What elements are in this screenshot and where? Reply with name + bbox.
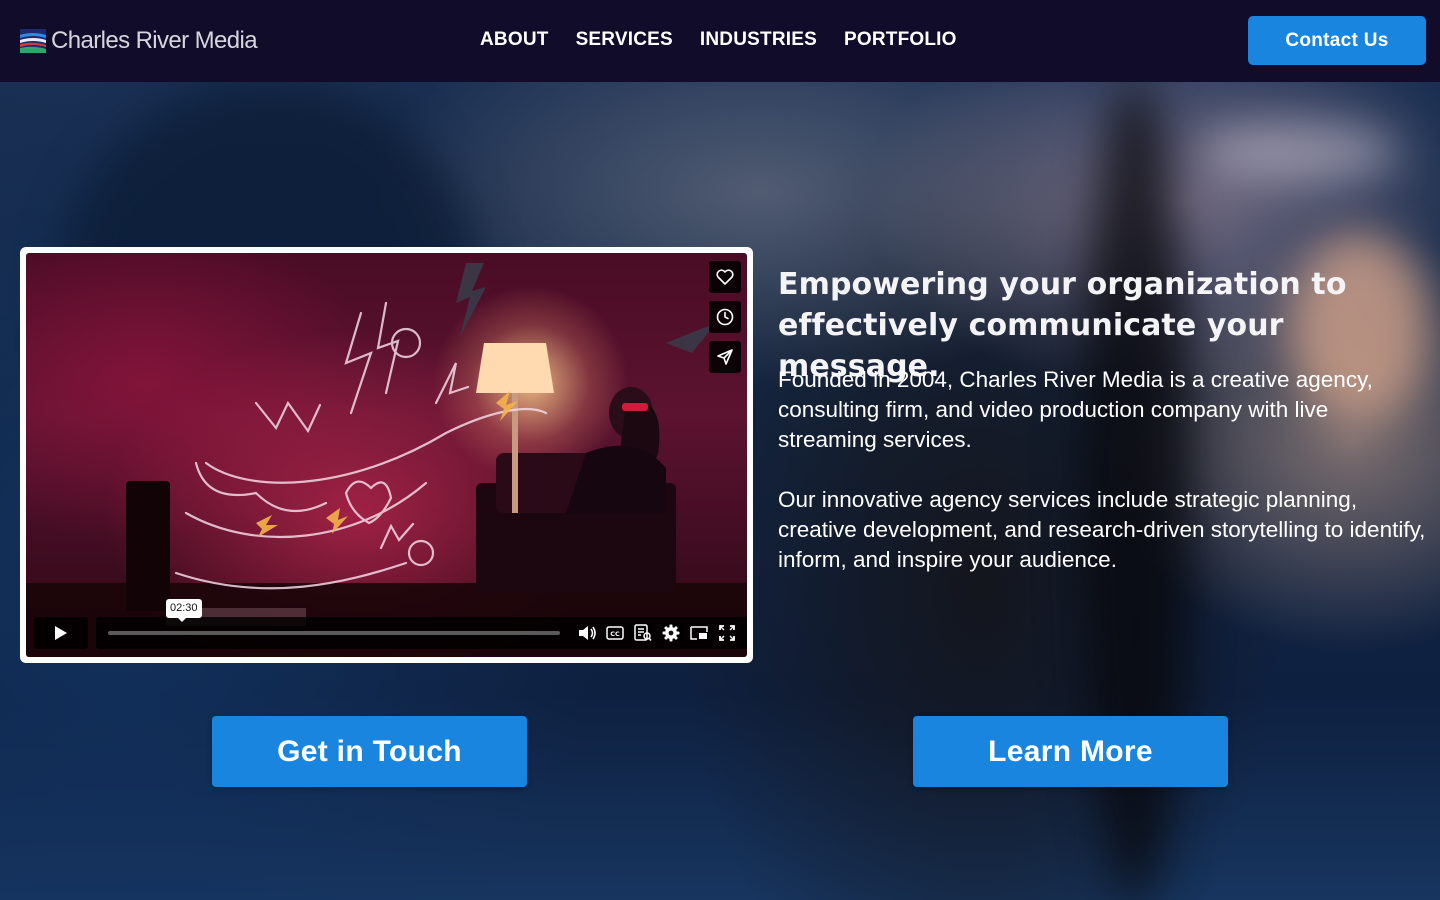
settings-button[interactable]	[660, 622, 682, 644]
like-button[interactable]	[709, 261, 741, 293]
fullscreen-icon	[719, 625, 735, 641]
timecode-tooltip: 02:30	[166, 599, 202, 622]
nav-services[interactable]: SERVICES	[576, 29, 673, 51]
captions-icon: CC	[606, 626, 624, 640]
video-player[interactable]: 02:30 CC	[26, 253, 747, 657]
volume-icon	[579, 626, 596, 640]
video-controls: 02:30 CC	[34, 599, 747, 649]
video-side-actions	[709, 261, 741, 381]
watch-later-button[interactable]	[709, 301, 741, 333]
learn-more-button[interactable]: Learn More	[913, 716, 1228, 787]
nav-portfolio[interactable]: PORTFOLIO	[844, 29, 957, 51]
flag-logo-icon	[20, 29, 46, 53]
brand-name: Charles River Media	[51, 27, 258, 54]
hero-paragraph-founded: Founded in 2004, Charles River Media is …	[778, 367, 1373, 452]
top-navigation-bar: Charles River Media ABOUT SERVICES INDUS…	[0, 0, 1440, 82]
nav-industries[interactable]: INDUSTRIES	[700, 29, 817, 51]
settings-icon	[662, 624, 680, 642]
get-in-touch-button[interactable]: Get in Touch	[212, 716, 527, 787]
play-button[interactable]	[34, 617, 88, 649]
svg-text:CC: CC	[610, 630, 620, 638]
control-bar: 02:30 CC	[96, 599, 747, 649]
transcript-button[interactable]	[632, 622, 654, 644]
transcript-icon	[634, 624, 652, 641]
picture-in-picture-button[interactable]	[688, 622, 710, 644]
heart-icon	[716, 269, 734, 285]
clock-icon	[716, 308, 734, 326]
control-icons: CC	[570, 622, 738, 644]
video-progress-bar[interactable]: 02:30	[108, 599, 560, 635]
captions-button[interactable]: CC	[604, 622, 626, 644]
hero-paragraph-services: Our innovative agency services include s…	[778, 487, 1426, 572]
contact-us-button[interactable]: Contact Us	[1248, 16, 1426, 65]
bg-blur-lights	[1200, 122, 1400, 182]
share-button[interactable]	[709, 341, 741, 373]
nav-about[interactable]: ABOUT	[480, 29, 549, 51]
share-icon	[717, 349, 733, 365]
play-icon	[55, 626, 67, 640]
video-thumbnail-scene	[26, 263, 747, 657]
video-card: 02:30 CC	[20, 247, 753, 663]
brand-logo[interactable]: Charles River Media	[20, 27, 258, 55]
volume-button[interactable]	[576, 622, 598, 644]
fullscreen-button[interactable]	[716, 622, 738, 644]
picture-in-picture-icon	[690, 626, 708, 640]
main-nav: ABOUT SERVICES INDUSTRIES PORTFOLIO	[480, 29, 984, 51]
